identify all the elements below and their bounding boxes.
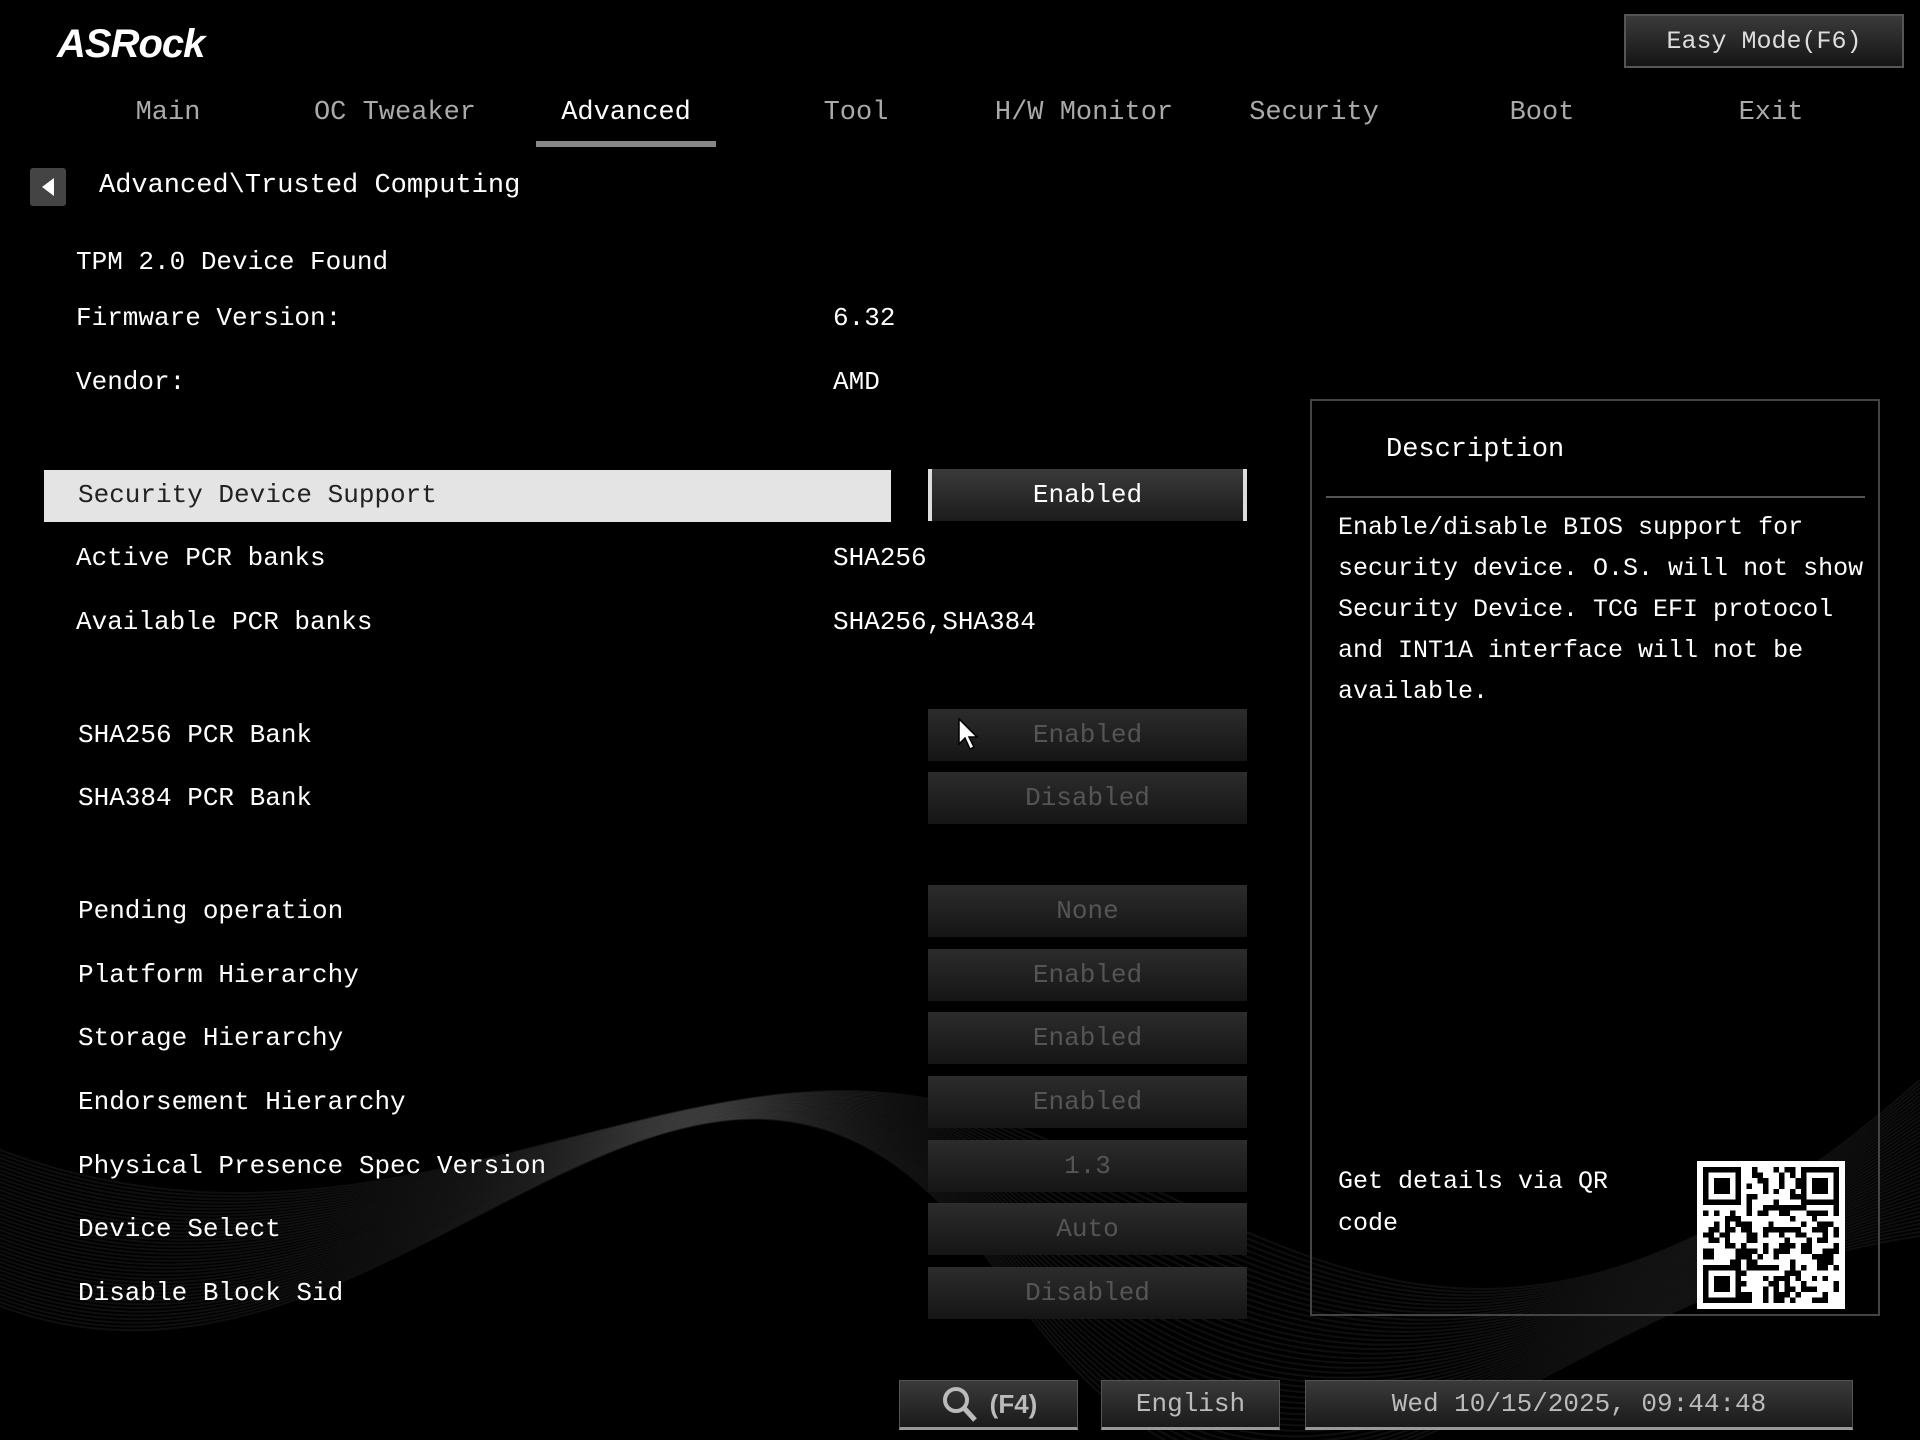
- pending-operation-select[interactable]: None: [928, 885, 1247, 937]
- setting-label-pending-operation[interactable]: Pending operation: [78, 896, 343, 926]
- active-pcr-value: SHA256: [833, 543, 927, 573]
- description-divider: [1326, 496, 1865, 498]
- tab-security[interactable]: Security: [1249, 98, 1379, 128]
- tab-hw-monitor[interactable]: H/W Monitor: [995, 98, 1173, 128]
- platform-hierarchy-select[interactable]: Enabled: [928, 949, 1247, 1001]
- tab-boot[interactable]: Boot: [1510, 98, 1575, 128]
- setting-label-endorsement-hierarchy[interactable]: Endorsement Hierarchy: [78, 1087, 406, 1117]
- tab-tool[interactable]: Tool: [824, 98, 889, 128]
- device-select-select[interactable]: Auto: [928, 1203, 1247, 1255]
- physical-presence-select[interactable]: 1.3: [928, 1140, 1247, 1192]
- setting-label-physical-presence[interactable]: Physical Presence Spec Version: [78, 1151, 546, 1181]
- active-pcr-label: Active PCR banks: [76, 543, 326, 573]
- sha384-pcr-bank-select[interactable]: Disabled: [928, 772, 1247, 824]
- setting-label-storage-hierarchy[interactable]: Storage Hierarchy: [78, 1023, 343, 1053]
- easy-mode-button[interactable]: Easy Mode(F6): [1624, 14, 1904, 68]
- description-title: Description: [1386, 435, 1564, 465]
- firmware-label: Firmware Version:: [76, 303, 341, 333]
- mouse-cursor-icon: [958, 718, 980, 752]
- storage-hierarchy-select[interactable]: Enabled: [928, 1012, 1247, 1064]
- breadcrumb: Advanced\Trusted Computing: [99, 171, 520, 201]
- language-button[interactable]: English: [1101, 1380, 1280, 1430]
- tab-oc-tweaker[interactable]: OC Tweaker: [314, 98, 476, 128]
- available-pcr-value: SHA256,SHA384: [833, 607, 1036, 637]
- setting-label-platform-hierarchy[interactable]: Platform Hierarchy: [78, 960, 359, 990]
- endorsement-hierarchy-select[interactable]: Enabled: [928, 1076, 1247, 1128]
- setting-label-device-select[interactable]: Device Select: [78, 1214, 281, 1244]
- tab-exit[interactable]: Exit: [1739, 98, 1804, 128]
- active-tab-underline: [536, 141, 716, 147]
- vendor-value: AMD: [833, 367, 880, 397]
- security-device-support-select[interactable]: Enabled: [928, 469, 1247, 521]
- description-text: Enable/disable BIOS support for security…: [1338, 507, 1868, 712]
- available-pcr-label: Available PCR banks: [76, 607, 372, 637]
- search-shortcut-label: (F4): [990, 1389, 1038, 1420]
- setting-label-disable-block-sid[interactable]: Disable Block Sid: [78, 1278, 343, 1308]
- tab-main[interactable]: Main: [136, 98, 201, 128]
- disable-block-sid-select[interactable]: Disabled: [928, 1267, 1247, 1319]
- tpm-found-text: TPM 2.0 Device Found: [76, 247, 388, 277]
- qr-code[interactable]: [1697, 1161, 1845, 1309]
- asrock-logo: ASRock: [57, 22, 204, 67]
- description-panel: Description Enable/disable BIOS support …: [1310, 399, 1880, 1316]
- qr-text: Get details via QR code: [1338, 1161, 1628, 1245]
- firmware-value: 6.32: [833, 303, 895, 333]
- setting-label-sha256[interactable]: SHA256 PCR Bank: [78, 720, 312, 750]
- vendor-label: Vendor:: [76, 367, 185, 397]
- tab-advanced[interactable]: Advanced: [561, 98, 691, 128]
- datetime-display: Wed 10/15/2025, 09:44:48: [1305, 1380, 1853, 1430]
- back-button[interactable]: [30, 168, 66, 206]
- setting-label-security-device-support[interactable]: Security Device Support: [78, 480, 437, 510]
- setting-label-sha384[interactable]: SHA384 PCR Bank: [78, 783, 312, 813]
- search-button[interactable]: (F4): [899, 1380, 1078, 1430]
- search-icon: [940, 1384, 980, 1424]
